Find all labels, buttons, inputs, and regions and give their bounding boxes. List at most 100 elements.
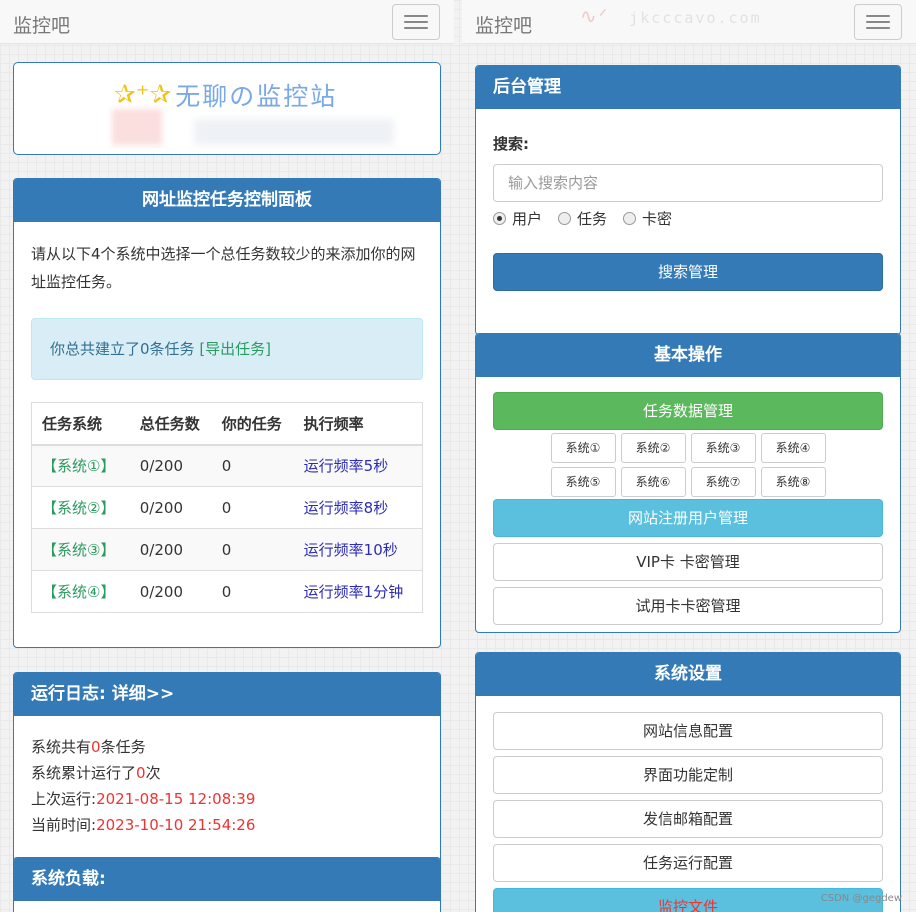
table-row: 【系统④】 0/200 0 运行频率1分钟 — [31, 570, 423, 613]
logo-text: 无聊の监控站 — [175, 82, 338, 111]
hamburger-icon-bar — [866, 27, 890, 29]
hamburger-icon — [866, 15, 890, 17]
system-link[interactable]: 【系统②】 — [42, 499, 115, 517]
brand-title[interactable]: 监控吧 — [475, 11, 532, 38]
log-value: 0 — [136, 764, 146, 782]
mail-config-button[interactable]: 发信邮箱配置 — [493, 800, 883, 838]
hamburger-icon-bar — [404, 27, 428, 29]
radio-icon — [623, 212, 637, 225]
ui-customize-button[interactable]: 界面功能定制 — [493, 756, 883, 794]
log-task-count: 系统共有0条任务 — [31, 734, 423, 760]
log-run-count: 系统累计运行了0次 — [31, 760, 423, 786]
hamburger-icon — [404, 15, 428, 17]
export-tasks-link[interactable]: [导出任务] — [199, 340, 271, 358]
intro-text: 请从以下4个系统中选择一个总任务数较少的来添加你的网址监控任务。 — [31, 245, 416, 291]
task-run-config-button[interactable]: 任务运行配置 — [493, 844, 883, 882]
radio-label: 卡密 — [642, 210, 673, 228]
log-label: 次 — [145, 764, 161, 782]
system-link[interactable]: 【系统④】 — [42, 583, 115, 601]
total-tasks-cell: 0/200 — [129, 528, 212, 571]
total-tasks-cell: 0/200 — [129, 570, 212, 613]
system-button[interactable]: 系统⑥ — [620, 467, 686, 497]
task-data-button[interactable]: 任务数据管理 — [493, 392, 883, 430]
brand-title[interactable]: 监控吧 — [13, 11, 70, 38]
frequency-link[interactable]: 运行频率1分钟 — [304, 583, 404, 601]
run-log-panel: 运行日志: 详细>> 系统共有0条任务 系统累计运行了0次 上次运行:2021-… — [13, 672, 441, 862]
system-button[interactable]: 系统① — [550, 433, 616, 463]
my-tasks-cell: 0 — [211, 528, 294, 571]
menu-toggle-button[interactable] — [854, 4, 902, 40]
search-label: 搜索: — [493, 135, 529, 153]
system-load-panel: 系统负载: — [13, 857, 441, 912]
radio-user[interactable]: 用户 — [493, 208, 542, 229]
radio-icon — [558, 212, 572, 225]
blurred-region — [194, 119, 394, 145]
log-title-link[interactable]: 运行日志: 详细>> — [14, 673, 440, 716]
search-manage-button[interactable]: 搜索管理 — [493, 253, 883, 291]
hamburger-icon-bar — [866, 21, 890, 23]
system-button[interactable]: 系统② — [620, 433, 686, 463]
system-link[interactable]: 【系统①】 — [42, 457, 115, 475]
frequency-link[interactable]: 运行频率10秒 — [304, 541, 398, 559]
vip-card-keys-button[interactable]: VIP卡 卡密管理 — [493, 543, 883, 581]
radio-label: 用户 — [512, 210, 543, 228]
navbar: 监控吧 ∿ᐟ jkcccavo.com — [462, 0, 916, 44]
site-logo: ✰⁺✰ 无聊の监控站 — [114, 77, 337, 113]
task-count-alert: 你总共建立了0条任务 [导出任务] — [31, 318, 423, 380]
menu-toggle-button[interactable] — [392, 4, 440, 40]
system-button[interactable]: 系统③ — [690, 433, 756, 463]
radio-checked-icon — [493, 212, 506, 225]
frequency-link[interactable]: 运行频率8秒 — [304, 499, 389, 517]
my-tasks-cell: 0 — [211, 444, 294, 487]
column-header: 你的任务 — [211, 402, 294, 446]
search-type-radio-group: 用户 任务 卡密 — [493, 208, 883, 229]
system-settings-panel: 系统设置 网站信息配置 界面功能定制 发信邮箱配置 任务运行配置 监控文件 — [475, 652, 901, 912]
panel-title: 网址监控任务控制面板 — [14, 179, 440, 222]
systems-table: 任务系统 总任务数 你的任务 执行频率 【系统①】 0/200 0 运行频率5秒… — [31, 402, 423, 613]
site-info-config-button[interactable]: 网站信息配置 — [493, 712, 883, 750]
radio-task[interactable]: 任务 — [558, 208, 607, 229]
blurred-region — [112, 109, 162, 145]
system-button[interactable]: 系统④ — [760, 433, 826, 463]
panel-title: 系统负载: — [14, 858, 440, 901]
radio-label: 任务 — [577, 210, 608, 228]
my-tasks-cell: 0 — [211, 486, 294, 529]
log-label: 系统累计运行了 — [31, 764, 137, 782]
system-link[interactable]: 【系统③】 — [42, 541, 115, 559]
hamburger-icon-bar — [404, 21, 428, 23]
log-last-run: 上次运行:2021-08-15 12:08:39 — [31, 786, 423, 812]
basic-operations-panel: 基本操作 任务数据管理 系统① 系统② 系统③ 系统④ 系统⑤ 系统⑥ 系统⑦ … — [475, 333, 901, 633]
radio-card-key[interactable]: 卡密 — [623, 208, 672, 229]
admin-panel: 后台管理 搜索: 用户 任务 卡密 搜索管理 — [475, 65, 901, 335]
log-value: 0 — [91, 738, 101, 756]
alert-text: 你总共建立了0条任务 — [50, 340, 200, 358]
navbar: 监控吧 — [0, 0, 454, 44]
csdn-watermark: CSDN @gegdew — [820, 893, 902, 904]
table-row: 【系统②】 0/200 0 运行频率8秒 — [31, 486, 423, 529]
total-tasks-cell: 0/200 — [129, 486, 212, 529]
column-header: 执行频率 — [293, 402, 423, 446]
watermark-text: jkcccavo.com — [629, 9, 762, 27]
search-input[interactable] — [493, 164, 883, 202]
trial-card-keys-button[interactable]: 试用卡卡密管理 — [493, 587, 883, 625]
system-button[interactable]: 系统⑤ — [550, 467, 616, 497]
registered-users-button[interactable]: 网站注册用户管理 — [493, 499, 883, 537]
panel-title: 基本操作 — [476, 334, 900, 377]
log-value: 2021-08-15 12:08:39 — [96, 790, 256, 808]
log-label: 上次运行: — [31, 790, 97, 808]
log-label: 条任务 — [100, 738, 146, 756]
system-button[interactable]: 系统⑧ — [760, 467, 826, 497]
column-header: 总任务数 — [129, 402, 212, 446]
table-row: 【系统③】 0/200 0 运行频率10秒 — [31, 528, 423, 571]
panel-title: 系统设置 — [476, 653, 900, 696]
system-button[interactable]: 系统⑦ — [690, 467, 756, 497]
watermark: ∿ᐟ jkcccavo.com — [580, 4, 762, 28]
column-header: 任务系统 — [31, 402, 130, 446]
watermark-logo-icon: ∿ᐟ — [580, 4, 610, 28]
total-tasks-cell: 0/200 — [129, 444, 212, 487]
log-value: 2023-10-10 21:54:26 — [96, 816, 256, 834]
panel-title: 后台管理 — [476, 66, 900, 109]
log-label: 系统共有 — [31, 738, 92, 756]
right-pane: 监控吧 ∿ᐟ jkcccavo.com 后台管理 搜索: 用户 任务 卡密 搜索管… — [462, 0, 916, 912]
frequency-link[interactable]: 运行频率5秒 — [304, 457, 389, 475]
